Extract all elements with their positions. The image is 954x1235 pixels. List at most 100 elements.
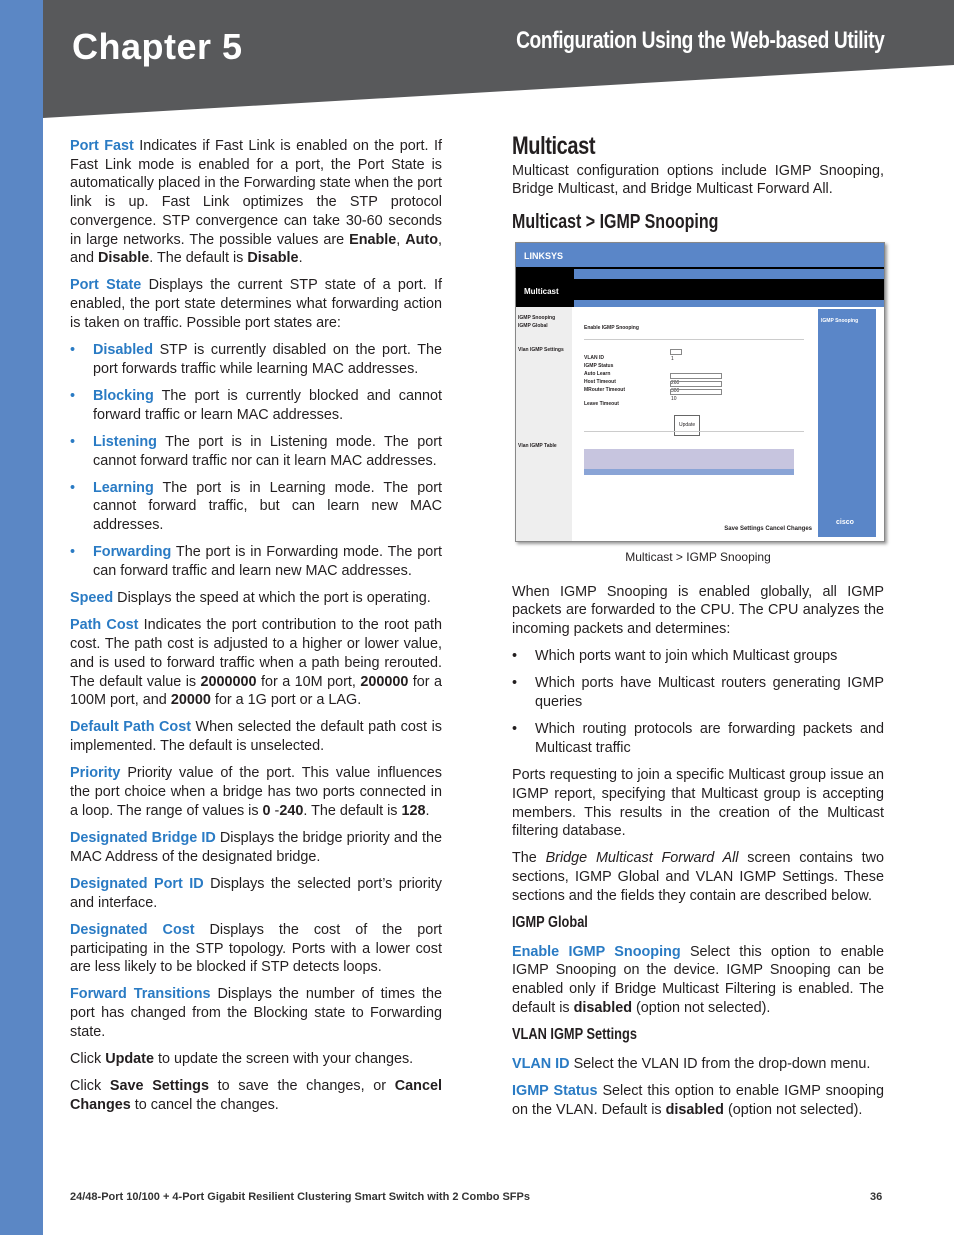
list-item: Which ports want to join which Multicast…	[512, 647, 884, 666]
text-run: Auto	[405, 231, 438, 248]
section-heading: Multicast	[512, 132, 596, 160]
term-label: Port State	[70, 277, 142, 294]
paragraph: The Bridge Multicast Forward All screen …	[512, 849, 884, 905]
text-run: Update	[105, 1051, 154, 1068]
field-label: Leave Timeout	[584, 400, 619, 407]
term-label: Path Cost	[70, 617, 139, 634]
text-run: 240	[279, 802, 304, 819]
text-run: disabled	[665, 1101, 724, 1118]
text-run: Select the VLAN ID from the drop-down me…	[569, 1055, 871, 1072]
text-run: . The default is	[303, 802, 402, 819]
paragraph: Forward Transitions Displays the number …	[70, 985, 442, 1041]
term-label: Priority	[70, 765, 121, 782]
list-item: Disabled STP is currently disabled on th…	[70, 341, 442, 378]
paragraph: Default Path Cost When selected the defa…	[70, 718, 442, 755]
term-label: Learning	[93, 479, 154, 496]
text-run: Click	[70, 1078, 110, 1095]
paragraph: Designated Bridge ID Displays the bridge…	[70, 829, 442, 866]
chapter-title: Configuration Using the Web-based Utilit…	[515, 27, 885, 54]
update-button: Update	[674, 414, 701, 436]
paragraph: VLAN ID Select the VLAN ID from the drop…	[512, 1055, 884, 1074]
text-run: Disable	[98, 250, 150, 267]
help-title: IGMP Snooping	[821, 317, 859, 324]
text-run: disabled	[573, 999, 632, 1016]
paragraph: IGMP Status Select this option to enable…	[512, 1082, 884, 1119]
host-timeout: 260	[670, 372, 722, 386]
term-label: Designated Bridge ID	[70, 830, 216, 846]
term-label: Designated Port ID	[70, 875, 204, 892]
text-run: ,	[396, 231, 406, 248]
text-run: (option not selected).	[632, 999, 771, 1016]
left-column: Port Fast Indicates if Fast Link is enab…	[70, 137, 442, 1123]
text-run: Save Settings	[109, 1078, 209, 1095]
text-run: Which ports want to join which Multicast…	[535, 648, 838, 665]
side-color-strip	[0, 0, 43, 1235]
term-label: Designated Cost	[70, 921, 195, 938]
text-run: Bridge Multicast Forward All	[545, 850, 739, 867]
paragraph: Enable IGMP Snooping Select this option …	[512, 943, 884, 1018]
paragraph: Click Save Settings to save the changes,…	[70, 1077, 442, 1114]
text-run: IGMP Global	[512, 914, 588, 932]
subsection-heading: Multicast > IGMP Snooping	[512, 211, 719, 234]
field-label: Enable IGMP Snooping	[584, 324, 639, 331]
footer-product: 24/48-Port 10/100 + 4-Port Gigabit Resil…	[70, 1191, 530, 1203]
term-label: Speed	[70, 590, 114, 607]
text-run: Displays the speed at which the port is …	[113, 590, 431, 607]
text-run: to update the screen with your changes.	[153, 1051, 414, 1068]
text-run: for a 1G port or a LAG.	[210, 692, 362, 709]
paragraph: Speed Displays the speed at which the po…	[70, 589, 442, 608]
term-label: Port Fast	[70, 138, 134, 154]
term-label: IGMP Status	[512, 1082, 598, 1099]
list-item: Which routing protocols are forwarding p…	[512, 720, 884, 757]
text-run: 200000	[360, 673, 409, 690]
bullet-list: Which ports want to join which Multicast…	[512, 647, 884, 758]
term-label: Disabled	[93, 342, 153, 359]
right-column: Multicast Multicast configuration option…	[512, 132, 885, 1128]
text-run: . The default is	[149, 250, 248, 267]
term-label: Forwarding	[93, 544, 172, 561]
paragraph: Port Fast Indicates if Fast Link is enab…	[70, 137, 442, 268]
paragraph: When IGMP Snooping is enabled globally, …	[512, 583, 884, 639]
screenshot-main: Enable IGMP Snooping VLAN ID IGMP Status…	[574, 309, 814, 541]
paragraph: Priority Priority value of the port. Thi…	[70, 764, 442, 820]
text-run: 128	[401, 802, 426, 819]
term-label: Blocking	[93, 387, 154, 404]
text-run: Ports requesting to join a specific Mult…	[512, 767, 884, 840]
text-run: Enable	[349, 231, 397, 248]
screenshot-sidebar: IGMP Snooping IGMP Global Vlan IGMP Sett…	[516, 306, 572, 541]
text-run: Which ports have Multicast routers gener…	[535, 675, 884, 711]
text-run: 2000000	[200, 673, 257, 690]
chapter-label: Chapter 5	[72, 26, 243, 67]
term-label: Listening	[93, 433, 157, 450]
paragraph: Designated Port ID Displays the selected…	[70, 875, 442, 912]
paragraph: Click Update to update the screen with y…	[70, 1050, 442, 1069]
paragraph: Port State Displays the current STP stat…	[70, 276, 442, 332]
term-label: Default Path Cost	[70, 719, 192, 736]
igmp-snooping-screenshot: LINKSYS Multicast IGMP Snooping IGMP Glo…	[515, 241, 885, 542]
screenshot-help-panel: IGMP Snooping cisco	[818, 308, 876, 537]
side-item: IGMP Global	[518, 322, 548, 329]
leave-timeout: 10	[670, 388, 722, 402]
text-run: Click	[70, 1051, 106, 1068]
text-run: 0	[262, 802, 271, 819]
cancel-changes: Cancel Changes	[765, 526, 812, 533]
term-label: Enable IGMP Snooping	[512, 943, 681, 960]
text-run: Disable	[247, 250, 299, 267]
subsection-heading: IGMP Global	[512, 914, 810, 933]
vlan-select: 1	[670, 348, 682, 362]
mrouter-timeout: 300	[670, 380, 722, 394]
side-item: Vlan IGMP Settings	[518, 346, 564, 353]
text-run: to save the changes, or	[208, 1078, 395, 1095]
intro-paragraph: Multicast configuration options include …	[512, 162, 884, 198]
right-body: When IGMP Snooping is enabled globally, …	[512, 583, 884, 1120]
text-run: to cancel the changes.	[130, 1096, 279, 1113]
page-number: 36	[870, 1191, 883, 1203]
cisco-logo: cisco	[836, 519, 854, 527]
bullet-list: Disabled STP is currently disabled on th…	[70, 341, 442, 581]
subsection-heading: VLAN IGMP Settings	[512, 1026, 810, 1045]
text-run: for a 10M port,	[256, 673, 361, 690]
screenshot-section-title: Multicast	[524, 286, 559, 296]
text-run: When IGMP Snooping is enabled globally, …	[512, 583, 884, 637]
list-item: Forwarding The port is in Forwarding mod…	[70, 543, 442, 580]
paragraph: Designated Cost Displays the cost of the…	[70, 921, 442, 977]
